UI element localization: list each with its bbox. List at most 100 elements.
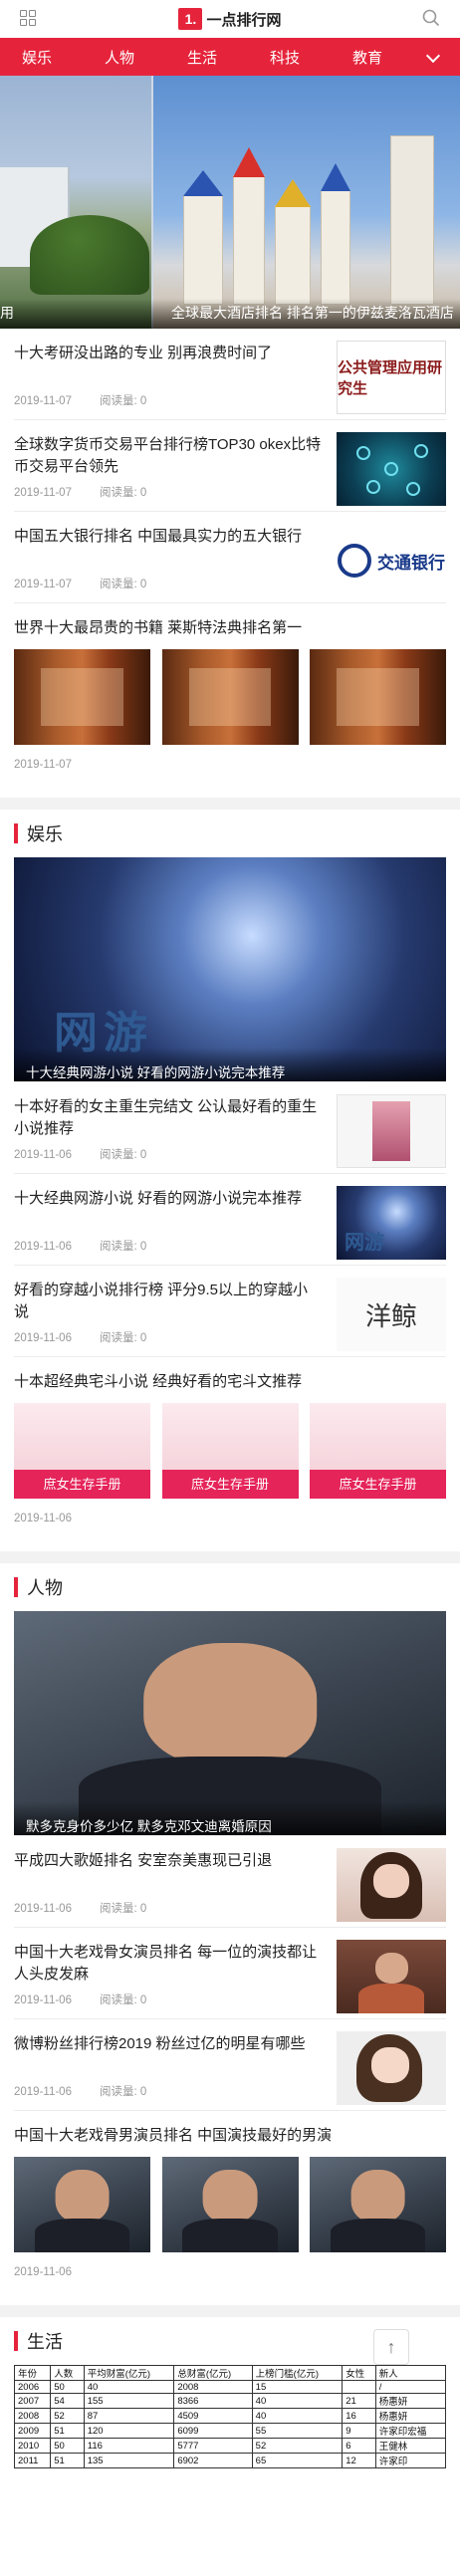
table-row: 2006 50 40 2008 15 /: [14, 2380, 446, 2394]
article-image[interactable]: 庶女生存手册: [161, 1403, 299, 1499]
list-item[interactable]: 全球数字货币交易平台排行榜TOP30 okex比特币交易平台领先 2019-11…: [14, 420, 446, 512]
section-title[interactable]: 生活: [27, 2328, 63, 2354]
list-item[interactable]: 微博粉丝排行榜2019 粉丝过亿的明星有哪些 2019-11-06 阅读量: 0: [14, 2019, 446, 2111]
table-cell: 15: [251, 2380, 344, 2394]
hero-caption: 用 全球最大酒店排名 排名第一的伊兹麦洛瓦酒店: [0, 299, 460, 329]
article-meta: 2019-11-06 阅读量: 0: [14, 1146, 146, 1162]
article-image[interactable]: [14, 649, 150, 745]
nav-item-education[interactable]: 教育: [352, 47, 435, 68]
article-title[interactable]: 微博粉丝排行榜2019 粉丝过亿的明星有哪些: [14, 2033, 323, 2055]
section-title[interactable]: 娱乐: [27, 820, 63, 846]
article-thumbnail[interactable]: 洋鲸: [337, 1278, 446, 1351]
article-thumbnail[interactable]: [337, 432, 446, 506]
back-to-top-button[interactable]: ↑: [373, 2329, 409, 2365]
table-row: 2010 50 116 5777 52 6 王健林: [14, 2438, 446, 2454]
table-row: 2008 52 87 4509 40 16 杨惠妍: [14, 2408, 446, 2424]
article-image[interactable]: [310, 649, 446, 745]
list-item[interactable]: 好看的穿越小说排行榜 评分9.5以上的穿越小说 洋鲸 2019-11-06 阅读量…: [14, 1266, 446, 1357]
table-cell: 21: [342, 2393, 376, 2409]
nav-item-people[interactable]: 人物: [105, 47, 187, 68]
section-accent: [14, 2331, 18, 2351]
article-meta: 2019-11-07 阅读量: 0: [14, 392, 146, 408]
article-image[interactable]: 庶女生存手册: [310, 1403, 446, 1499]
nav-item-tech[interactable]: 科技: [270, 47, 352, 68]
article-date: 2019-11-06: [14, 1994, 72, 2006]
article-views: 阅读量: 0: [99, 1994, 147, 2006]
list-item[interactable]: 世界十大最昂贵的书籍 莱斯特法典排名第一 2019-11-07: [14, 603, 446, 798]
article-image-text: 庶女生存手册: [43, 1478, 121, 1493]
article-views: 阅读量: 0: [99, 487, 147, 499]
article-thumbnail[interactable]: [337, 1094, 446, 1168]
article-meta: 2019-11-06 阅读量: 0: [14, 1329, 146, 1345]
table-header-cell: 总财富(亿元): [173, 2365, 253, 2381]
section-header[interactable]: 娱乐: [0, 810, 460, 857]
table-cell: 2007: [14, 2393, 52, 2409]
article-title[interactable]: 十本好看的女主重生完结文 公认最好看的重生小说推荐: [14, 1096, 323, 1140]
hero-slide-image: [153, 76, 460, 329]
site-logo[interactable]: 1. 一点排行网: [178, 8, 282, 30]
hero-carousel[interactable]: 用 全球最大酒店排名 排名第一的伊兹麦洛瓦酒店: [0, 76, 460, 329]
list-item[interactable]: 十本好看的女主重生完结文 公认最好看的重生小说推荐 2019-11-06 阅读量:…: [14, 1082, 446, 1174]
article-title[interactable]: 好看的穿越小说排行榜 评分9.5以上的穿越小说: [14, 1280, 323, 1323]
list-item[interactable]: 中国十大老戏骨女演员排名 每一位的演技都让人头皮发麻 2019-11-06 阅读量…: [14, 1928, 446, 2019]
article-title[interactable]: 十大考研没出路的专业 别再浪费时间了: [14, 343, 323, 364]
nav-item-life[interactable]: 生活: [187, 47, 270, 68]
featured-article[interactable]: 默多克身价多少亿 默多克邓文迪离婚原因: [14, 1611, 446, 1836]
list-item[interactable]: 中国十大老戏骨男演员排名 中国演技最好的男演 2019-11-06: [14, 2111, 446, 2305]
article-image[interactable]: [310, 2157, 446, 2252]
nav-item-entertainment[interactable]: 娱乐: [22, 47, 105, 68]
top-header: 1. 一点排行网: [0, 0, 460, 38]
article-thumbnail[interactable]: 交通银行: [337, 524, 446, 597]
section-header[interactable]: 人物: [0, 1563, 460, 1611]
table-cell: 135: [83, 2453, 175, 2468]
table-header-cell: 年份: [14, 2365, 52, 2381]
search-icon[interactable]: [422, 9, 440, 27]
data-table: 年份 人数 平均财富(亿元) 总财富(亿元) 上榜门槛(亿元) 女性 新人 20…: [14, 2365, 446, 2468]
featured-article[interactable]: 网游 十大经典网游小说 好看的网游小说完本推荐: [14, 857, 446, 1082]
table-row: 2011 51 135 6902 65 12 许家印: [14, 2453, 446, 2468]
article-title[interactable]: 十本超经典宅斗小说 经典好看的宅斗文推荐: [14, 1371, 302, 1393]
list-item[interactable]: 中国五大银行排名 中国最具实力的五大银行 交通银行 2019-11-07 阅读量:…: [14, 512, 446, 603]
article-thumbnail[interactable]: [337, 2031, 446, 2105]
article-image[interactable]: [161, 2157, 299, 2252]
article-title[interactable]: 十大经典网游小说 好看的网游小说完本推荐: [14, 1188, 323, 1210]
list-item[interactable]: 十本超经典宅斗小说 经典好看的宅斗文推荐 庶女生存手册 庶女生存手册 庶女生存手…: [14, 1357, 446, 1551]
article-date: 2019-11-07: [14, 759, 72, 771]
table-row: 2007 54 155 8366 40 21 杨惠妍: [14, 2393, 446, 2409]
article-views: 阅读量: 0: [99, 1149, 147, 1161]
article-views: 阅读量: 0: [99, 1332, 147, 1344]
table-cell: 2010: [14, 2438, 52, 2454]
table-cell: 155: [83, 2393, 175, 2409]
article-images: 庶女生存手册 庶女生存手册 庶女生存手册: [14, 1403, 446, 1499]
article-meta: 2019-11-07 阅读量: 0: [14, 576, 146, 591]
article-views: 阅读量: 0: [99, 1903, 147, 1915]
article-date: 2019-11-07: [14, 579, 72, 590]
article-thumbnail[interactable]: 网游: [337, 1186, 446, 1260]
article-title[interactable]: 世界十大最昂贵的书籍 莱斯特法典排名第一: [14, 617, 302, 639]
article-image[interactable]: [161, 649, 299, 745]
list-item[interactable]: 十大考研没出路的专业 别再浪费时间了 公共管理应用研究生 2019-11-07 阅…: [14, 329, 446, 420]
section-divider: [0, 1551, 460, 1563]
article-image[interactable]: [14, 2157, 150, 2252]
article-title[interactable]: 中国十大老戏骨女演员排名 每一位的演技都让人头皮发麻: [14, 1942, 323, 1986]
article-date: 2019-11-06: [14, 1241, 72, 1253]
article-title[interactable]: 平成四大歌姬排名 安室奈美惠现已引退: [14, 1850, 323, 1872]
table-cell: 6: [342, 2438, 376, 2454]
section-title[interactable]: 人物: [27, 1574, 63, 1600]
article-title[interactable]: 中国十大老戏骨男演员排名 中国演技最好的男演: [14, 2125, 332, 2147]
table-cell: 52: [50, 2408, 85, 2424]
table-cell: 5777: [173, 2438, 253, 2454]
list-item[interactable]: 平成四大歌姬排名 安室奈美惠现已引退 2019-11-06 阅读量: 0: [14, 1836, 446, 1928]
article-thumbnail[interactable]: [337, 1848, 446, 1922]
table-cell: 52: [251, 2438, 344, 2454]
article-title[interactable]: 全球数字货币交易平台排行榜TOP30 okex比特币交易平台领先: [14, 434, 323, 478]
table-header-row: 年份 人数 平均财富(亿元) 总财富(亿元) 上榜门槛(亿元) 女性 新人: [14, 2365, 446, 2381]
article-thumbnail[interactable]: 公共管理应用研究生: [337, 341, 446, 414]
article-thumbnail[interactable]: [337, 1940, 446, 2013]
list-item[interactable]: 十大经典网游小说 好看的网游小说完本推荐 网游 2019-11-06 阅读量: 0: [14, 1174, 446, 1266]
article-title[interactable]: 中国五大银行排名 中国最具实力的五大银行: [14, 526, 323, 548]
article-image[interactable]: 庶女生存手册: [14, 1403, 150, 1499]
table-cell: 2009: [14, 2423, 52, 2439]
featured-article[interactable]: 年份 人数 平均财富(亿元) 总财富(亿元) 上榜门槛(亿元) 女性 新人 20…: [14, 2365, 446, 2492]
menu-grid-icon[interactable]: [20, 10, 36, 26]
